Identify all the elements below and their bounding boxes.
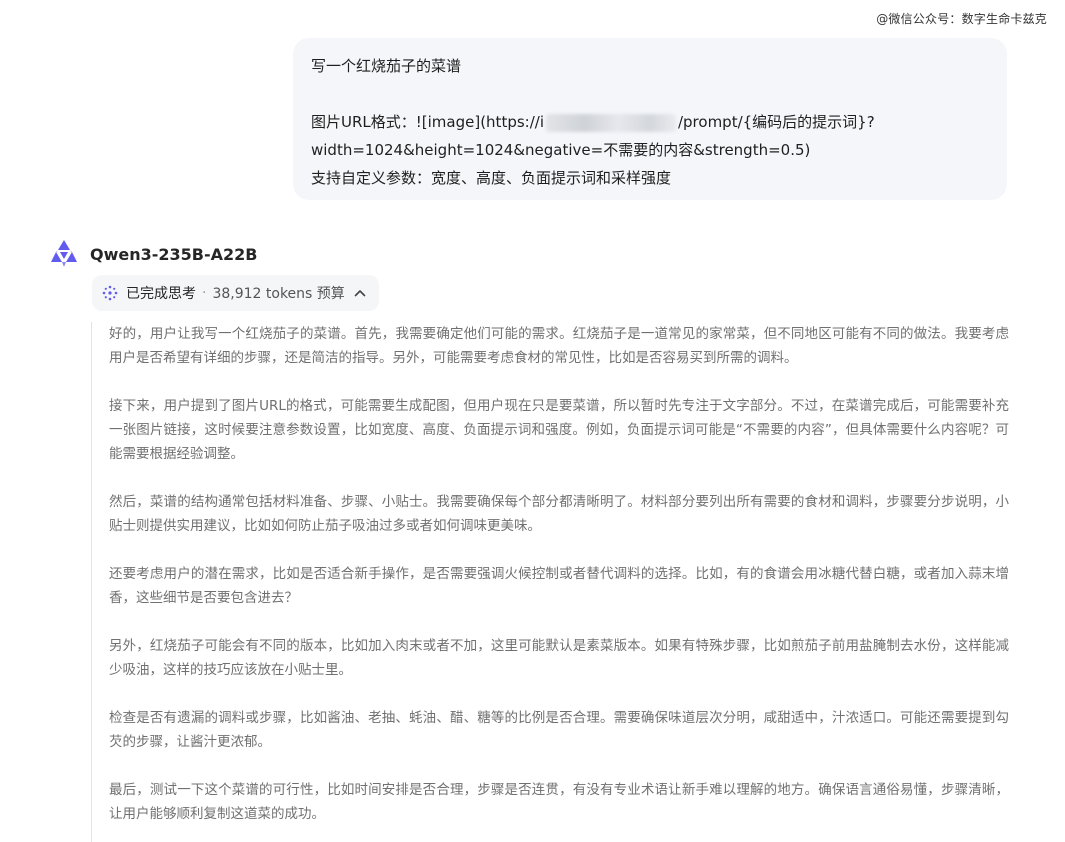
user-message-params-line: width=1024&height=1024&negative=不需要的内容&s…: [311, 141, 811, 159]
user-message-line: 写一个红烧茄子的菜谱: [311, 57, 462, 75]
chevron-up-icon[interactable]: [353, 286, 367, 300]
thinking-paragraph: 好的，用户让我写一个红烧茄子的菜谱。首先，我需要确定他们可能的需求。红烧茄子是一…: [109, 326, 1009, 366]
thinking-content: 好的，用户让我写一个红烧茄子的菜谱。首先，我需要确定他们可能的需求。红烧茄子是一…: [91, 322, 1009, 842]
assistant-header: Qwen3-235B-A22B: [48, 238, 257, 270]
user-message-support-line: 支持自定义参数：宽度、高度、负面提示词和采样强度: [311, 169, 672, 187]
url-prefix: 图片URL格式：![image](https://i: [311, 113, 544, 131]
thinking-paragraph: 接下来，用户提到了图片URL的格式，可能需要生成配图，但用户现在只是要菜谱，所以…: [109, 398, 1009, 462]
url-suffix: /prompt/{编码后的提示词}?: [677, 113, 875, 131]
thinking-paragraph: 还要考虑用户的潜在需求，比如是否适合新手操作，是否需要强调火候控制或者替代调料的…: [109, 566, 1009, 606]
watermark: @微信公众号：数字生命卡兹克: [876, 12, 1047, 26]
model-name: Qwen3-235B-A22B: [90, 244, 258, 264]
sparkle-thinking-icon: [102, 285, 118, 301]
qwen-logo-icon: [48, 238, 80, 270]
redacted-url-segment: [545, 113, 676, 132]
thinking-paragraph: 另外，红烧茄子可能会有不同的版本，比如加入肉末或者不加，这里可能默认是素菜版本。…: [109, 638, 1009, 678]
user-message-url-line: 图片URL格式：![image](https://i/prompt/{编码后的提…: [311, 108, 989, 136]
thinking-toggle[interactable]: 已完成思考 · 38,912 tokens 预算: [92, 275, 379, 311]
user-message-bubble: 写一个红烧茄子的菜谱 图片URL格式：![image](https://i/pr…: [293, 38, 1007, 200]
thinking-status: 已完成思考: [126, 286, 196, 302]
thinking-paragraph: 然后，菜谱的结构通常包括材料准备、步骤、小贴士。我需要确保每个部分都清晰明了。材…: [109, 494, 1009, 534]
separator-dot: ·: [202, 285, 207, 301]
token-budget: 38,912 tokens 预算: [212, 286, 345, 302]
thinking-paragraph: 最后，测试一下这个菜谱的可行性，比如时间安排是否合理，步骤是否连贯，有没有专业术…: [109, 782, 1009, 822]
thinking-paragraph: 检查是否有遗漏的调料或步骤，比如酱油、老抽、蚝油、醋、糖等的比例是否合理。需要确…: [109, 710, 1009, 750]
